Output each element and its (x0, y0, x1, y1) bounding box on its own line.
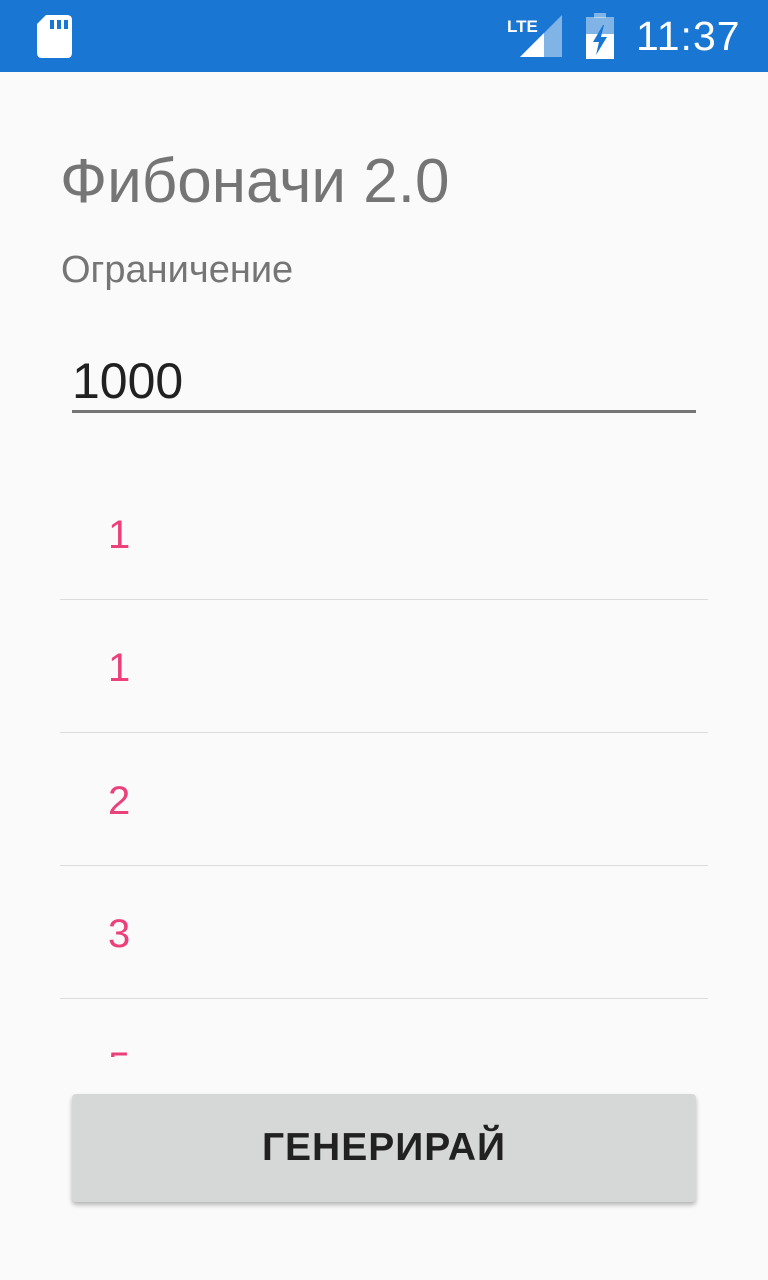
lte-signal-icon: LTE (507, 15, 562, 57)
list-item[interactable]: 2 (60, 733, 708, 866)
app-title: Фибоначи 2.0 (60, 147, 450, 216)
list-item-value: 3 (108, 912, 131, 956)
list-item[interactable]: 1 (60, 467, 708, 600)
battery-charging-icon (586, 13, 614, 59)
list-item-value: 5 (108, 1043, 130, 1057)
list-item[interactable]: 1 (60, 600, 708, 733)
status-bar: LTE 11:37 (0, 0, 768, 72)
list-item-value: 1 (108, 513, 131, 557)
sd-card-icon (37, 15, 72, 58)
list-item-value: 1 (108, 646, 131, 690)
status-bar-clock: 11:37 (636, 13, 741, 59)
list-item-value: 2 (108, 779, 131, 823)
list-item[interactable]: 3 (60, 866, 708, 999)
fibonacci-list[interactable]: 1 1 2 3 5 (60, 467, 708, 1057)
list-item[interactable]: 5 (60, 999, 708, 1057)
generate-button-label: ГЕНЕРИРАЙ (261, 1126, 507, 1169)
network-type-label: LTE (507, 17, 538, 36)
generate-button[interactable]: ГЕНЕРИРАЙ (72, 1094, 696, 1202)
limit-input[interactable] (72, 352, 696, 413)
limit-label: Ограничение (61, 249, 294, 291)
